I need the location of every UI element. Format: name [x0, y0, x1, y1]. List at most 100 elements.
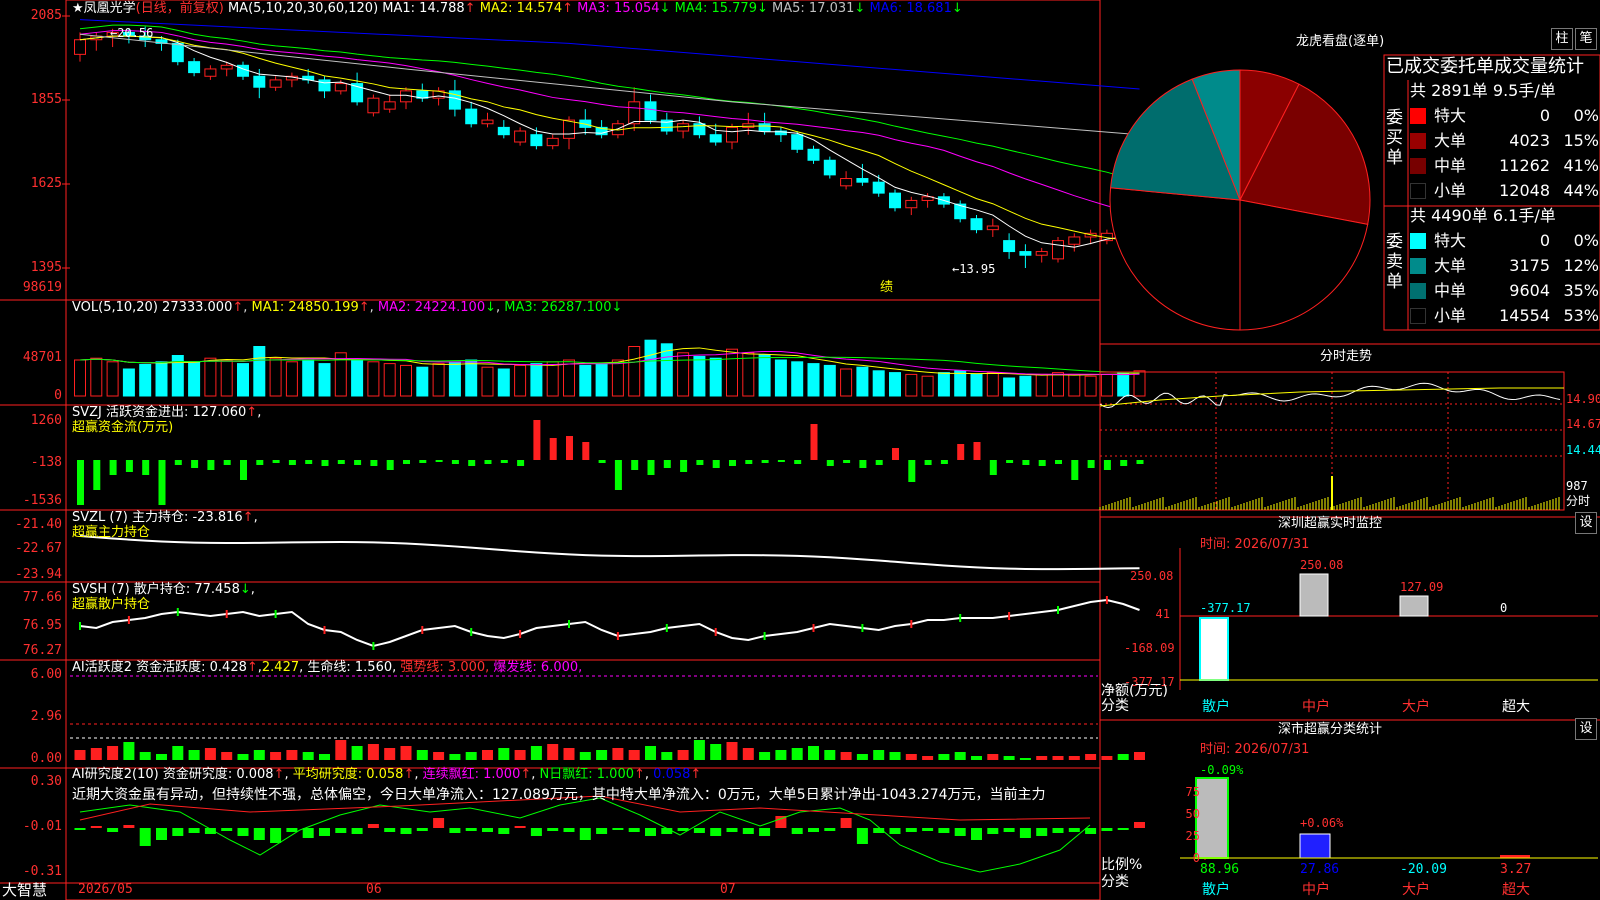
volume-bar — [90, 357, 103, 397]
volume-tick: 48701 — [22, 350, 62, 365]
sz-ylabel: 净额(万元) — [1101, 683, 1168, 699]
svzl-tick: -21.40 — [15, 517, 62, 532]
volume-bar — [709, 357, 722, 397]
ma3-label: MA3: 15.054 — [577, 1, 660, 16]
activity-bar — [1101, 756, 1113, 760]
sz-category: 大户 — [1402, 699, 1430, 715]
ai-research-tick: 0.30 — [30, 774, 62, 789]
volume-bar — [693, 355, 706, 397]
flow-bar — [1038, 460, 1046, 466]
buy-row-pct: 0% — [1573, 106, 1599, 125]
buy-row-pct: 15% — [1563, 131, 1599, 150]
svsh-tick — [421, 626, 424, 634]
research-bar — [856, 828, 868, 844]
ai-research-tick: -0.31 — [22, 864, 62, 879]
svsh-tick — [714, 628, 717, 636]
price-tick: 2085 — [30, 8, 62, 23]
sell-row-count: 0 — [1539, 231, 1550, 250]
flow-bar — [77, 460, 84, 505]
buy-row-swatch — [1410, 183, 1426, 199]
candle — [269, 79, 282, 88]
flow-bar — [142, 460, 150, 475]
research-bar — [156, 828, 167, 840]
flow-bar — [403, 460, 410, 464]
svsh-tick — [1057, 606, 1059, 614]
activity-bar — [922, 756, 934, 760]
research-bar — [319, 828, 330, 836]
activity-bar — [775, 750, 787, 760]
volume-bar — [937, 372, 950, 397]
activity-bar — [1134, 752, 1145, 760]
activity-bar — [270, 752, 282, 760]
activity-bar — [1019, 758, 1031, 760]
ss-settings-button[interactable]: 设 — [1575, 718, 1597, 740]
volume-bar — [155, 361, 168, 397]
sz-settings-button[interactable]: 设 — [1575, 512, 1597, 534]
sz-tick: 41 — [1155, 607, 1170, 621]
flow-bar — [696, 460, 704, 465]
ss-tick: 75 — [1185, 785, 1200, 799]
research-bar — [465, 828, 477, 831]
svsh-tick — [1105, 596, 1108, 604]
research-bar — [645, 828, 656, 836]
buy-row-swatch — [1410, 108, 1426, 124]
volume-bar — [905, 373, 918, 397]
date-tick: 07 — [720, 882, 736, 897]
candle — [758, 123, 771, 132]
activity-bar — [856, 754, 868, 760]
candle — [889, 192, 901, 209]
svsh-tick — [763, 632, 766, 640]
flow-bar — [386, 460, 394, 470]
ss-change: -0.09% — [1200, 763, 1244, 777]
svzl-sublabel: 超赢主力持仓 — [72, 525, 151, 540]
flow-bar — [125, 460, 133, 472]
ss-value: 88.96 — [1200, 862, 1240, 877]
research-bar — [808, 828, 819, 832]
sz-category: 中户 — [1302, 699, 1330, 715]
bar-mode-button[interactable]: 柱 — [1551, 28, 1573, 50]
candle — [188, 61, 201, 74]
earnings-marker[interactable]: 绩 — [880, 280, 893, 296]
volume-tick: 98619 — [22, 280, 62, 295]
activity-bar — [710, 744, 722, 760]
tick-mode-button[interactable]: 笔 — [1575, 28, 1597, 50]
date-tick: 2026/05 — [78, 882, 133, 897]
flow-bar — [321, 460, 329, 466]
flow-bar — [761, 460, 769, 463]
sell-row-count: 14554 — [1499, 306, 1550, 325]
sell-row-swatch — [1410, 283, 1426, 299]
research-bar — [400, 828, 412, 834]
research-bar — [596, 828, 608, 834]
sz-category: 超大 — [1502, 699, 1530, 715]
sz-category: 散户 — [1202, 699, 1230, 715]
ma6-label: MA6: 18.681 — [869, 1, 952, 16]
volume-bar — [1052, 372, 1064, 397]
flow-bar — [680, 460, 688, 472]
research-bar — [449, 828, 461, 833]
svzj-tick: -1536 — [22, 493, 62, 508]
candle — [171, 42, 184, 63]
svsh-tick — [910, 620, 913, 628]
volume-bar — [840, 368, 853, 397]
volume-bar — [758, 354, 771, 397]
flow-bar — [500, 460, 508, 463]
candle — [334, 83, 347, 92]
flow-bar — [777, 460, 785, 462]
market-chart[interactable] — [0, 0, 1600, 900]
svsh-tick: 76.27 — [22, 643, 62, 658]
ss-ylabel: 比例% — [1101, 857, 1143, 873]
activity-bar — [449, 754, 461, 760]
activity-bar — [123, 742, 135, 760]
activity-bar — [188, 750, 200, 760]
research-bar — [987, 828, 999, 834]
activity-bar — [237, 754, 249, 760]
svsh-tick — [812, 624, 815, 632]
ss-bar-retail — [1195, 777, 1229, 859]
volume-bar — [122, 368, 135, 397]
ss-time: 时间: 2026/07/31 — [1200, 742, 1310, 757]
flow-bar — [1120, 460, 1128, 466]
ss-category: 中户 — [1302, 882, 1330, 898]
candle — [546, 137, 559, 147]
sz-value: 127.09 — [1400, 580, 1444, 594]
research-bar — [628, 828, 640, 832]
